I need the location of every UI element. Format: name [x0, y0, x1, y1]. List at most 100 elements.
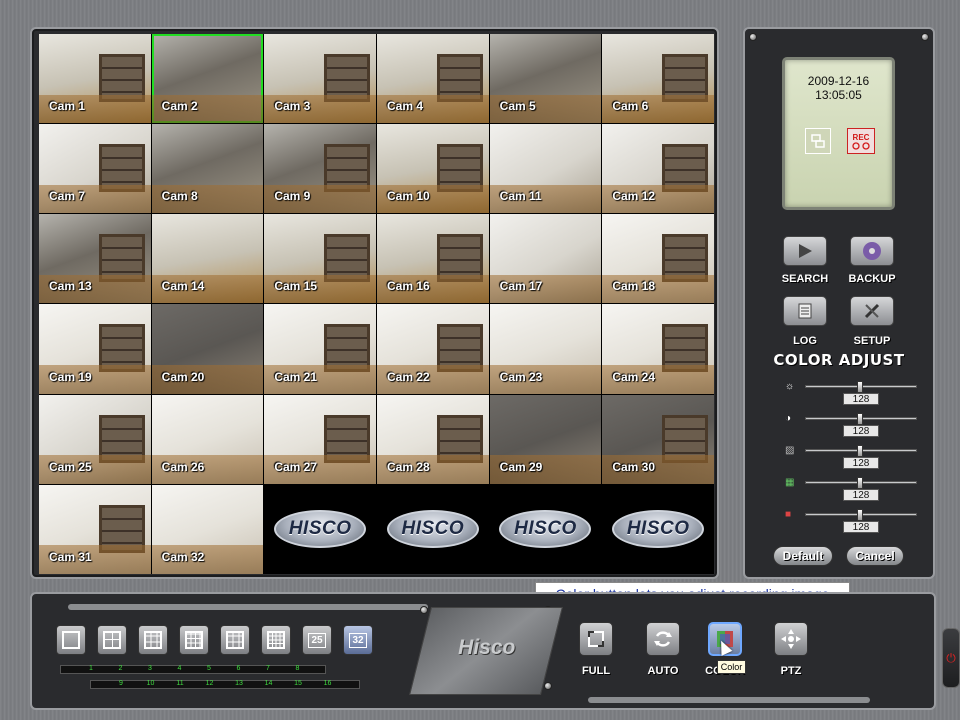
camera-tile[interactable]: Cam 20 — [151, 304, 264, 394]
camera-tile[interactable]: Cam 18 — [602, 214, 714, 304]
camera-tile[interactable]: Cam 31 — [39, 484, 151, 574]
slider-thumb[interactable] — [857, 413, 863, 425]
slider-track[interactable] — [805, 381, 917, 393]
empty-camera-slot[interactable]: HISCO — [489, 484, 602, 574]
full-button[interactable] — [579, 622, 613, 656]
camera-tile[interactable]: Cam 9 — [264, 124, 376, 214]
slider-value: 128 — [843, 393, 879, 405]
backup-button[interactable] — [850, 236, 894, 266]
camera-tile[interactable]: Cam 15 — [264, 214, 376, 304]
camera-tile[interactable]: Cam 5 — [489, 34, 602, 124]
channel-indicator[interactable]: 10 — [141, 680, 161, 687]
channel-indicator[interactable]: 15 — [288, 680, 308, 687]
layout-button[interactable] — [56, 625, 86, 655]
camera-tile[interactable]: Cam 16 — [376, 214, 489, 304]
layout-button[interactable] — [220, 625, 250, 655]
play-icon — [799, 244, 812, 258]
channel-indicator[interactable]: 13 — [229, 680, 249, 687]
auto-button[interactable] — [646, 622, 680, 656]
camera-tile[interactable]: Cam 10 — [376, 124, 489, 214]
bottom-control-panel: 25 32 12345678 9 10 11 12 13 14 15 16 Hisco FULL… — [30, 592, 936, 710]
camera-tile[interactable]: Cam 28 — [376, 394, 489, 484]
channel-indicator[interactable]: 9 — [111, 680, 131, 687]
backup-label: BACKUP — [848, 273, 896, 285]
ptz-button[interactable] — [774, 622, 808, 656]
layout-button[interactable]: 32 — [343, 625, 373, 655]
camera-label: Cam 7 — [49, 189, 86, 204]
camera-tile[interactable]: Cam 13 — [39, 214, 151, 304]
channel-indicator[interactable]: 7 — [258, 665, 278, 672]
camera-label: Cam 2 — [161, 99, 198, 114]
slider-track[interactable] — [805, 509, 917, 521]
power-button[interactable]: ⏻ — [942, 628, 960, 688]
disc-icon — [863, 242, 881, 260]
camera-tile[interactable]: Cam 3 — [264, 34, 376, 124]
channel-indicator[interactable]: 12 — [200, 680, 220, 687]
camera-tile[interactable]: Cam 29 — [489, 394, 602, 484]
camera-label: Cam 32 — [161, 549, 205, 564]
default-button[interactable]: Default — [773, 546, 833, 566]
channel-indicator[interactable]: 8 — [288, 665, 308, 672]
camera-tile[interactable]: Cam 25 — [39, 394, 151, 484]
panel-rail — [68, 604, 428, 610]
cancel-button[interactable]: Cancel — [846, 546, 904, 566]
camera-label: Cam 10 — [386, 189, 430, 204]
brand-logo: Hisco — [458, 636, 516, 659]
color-tooltip: Color — [717, 660, 746, 674]
channel-indicator[interactable]: 2 — [111, 665, 131, 672]
layout-button[interactable] — [138, 625, 168, 655]
camera-tile[interactable]: Cam 21 — [264, 304, 376, 394]
channel-indicator[interactable]: 16 — [318, 680, 338, 687]
setup-label: SETUP — [853, 335, 891, 347]
camera-tile[interactable]: Cam 12 — [602, 124, 714, 214]
camera-tile[interactable]: Cam 30 — [602, 394, 714, 484]
layout-button[interactable]: 25 — [302, 625, 332, 655]
slider-track[interactable] — [805, 413, 917, 425]
slider-thumb[interactable] — [857, 445, 863, 457]
camera-tile[interactable]: Cam 1 — [39, 34, 151, 124]
setup-button[interactable] — [850, 296, 894, 326]
layout-button[interactable] — [261, 625, 291, 655]
empty-camera-slot[interactable]: HISCO — [376, 484, 489, 574]
empty-camera-slot[interactable]: HISCO — [602, 484, 714, 574]
camera-tile[interactable]: Cam 23 — [489, 304, 602, 394]
camera-tile[interactable]: Cam 27 — [264, 394, 376, 484]
slider-thumb[interactable] — [857, 381, 863, 393]
camera-tile[interactable]: Cam 17 — [489, 214, 602, 304]
channel-indicator[interactable]: 4 — [170, 665, 190, 672]
slider-thumb[interactable] — [857, 509, 863, 521]
camera-label: Cam 22 — [386, 369, 430, 384]
document-icon — [798, 303, 812, 319]
channel-indicator[interactable]: 3 — [140, 665, 160, 672]
log-button[interactable] — [783, 296, 827, 326]
grid-layout-icon — [62, 631, 80, 649]
cycle-icon — [654, 631, 672, 647]
channel-indicator[interactable]: 6 — [229, 665, 249, 672]
layout-count-label: 32 — [349, 632, 367, 648]
slider-track[interactable] — [805, 477, 917, 489]
camera-tile[interactable]: Cam 2 — [151, 34, 264, 124]
camera-tile[interactable]: Cam 19 — [39, 304, 151, 394]
camera-tile[interactable]: Cam 11 — [489, 124, 602, 214]
camera-tile[interactable]: Cam 4 — [376, 34, 489, 124]
slider-thumb[interactable] — [857, 477, 863, 489]
layout-button[interactable] — [97, 625, 127, 655]
camera-tile[interactable]: Cam 24 — [602, 304, 714, 394]
camera-tile[interactable]: Cam 7 — [39, 124, 151, 214]
camera-tile[interactable]: Cam 8 — [151, 124, 264, 214]
channel-indicator[interactable]: 14 — [259, 680, 279, 687]
empty-camera-slot[interactable]: HISCO — [264, 484, 376, 574]
channel-indicator[interactable]: 11 — [170, 680, 190, 687]
camera-tile[interactable]: Cam 6 — [602, 34, 714, 124]
slider-track[interactable] — [805, 445, 917, 457]
search-button[interactable] — [783, 236, 827, 266]
channel-indicator[interactable]: 1 — [81, 665, 101, 672]
camera-tile[interactable]: Cam 32 — [151, 484, 264, 574]
slider-value: 128 — [843, 425, 879, 437]
layout-button[interactable] — [179, 625, 209, 655]
camera-label: Cam 17 — [499, 279, 543, 294]
channel-indicator[interactable]: 5 — [199, 665, 219, 672]
camera-tile[interactable]: Cam 26 — [151, 394, 264, 484]
camera-tile[interactable]: Cam 14 — [151, 214, 264, 304]
camera-tile[interactable]: Cam 22 — [376, 304, 489, 394]
